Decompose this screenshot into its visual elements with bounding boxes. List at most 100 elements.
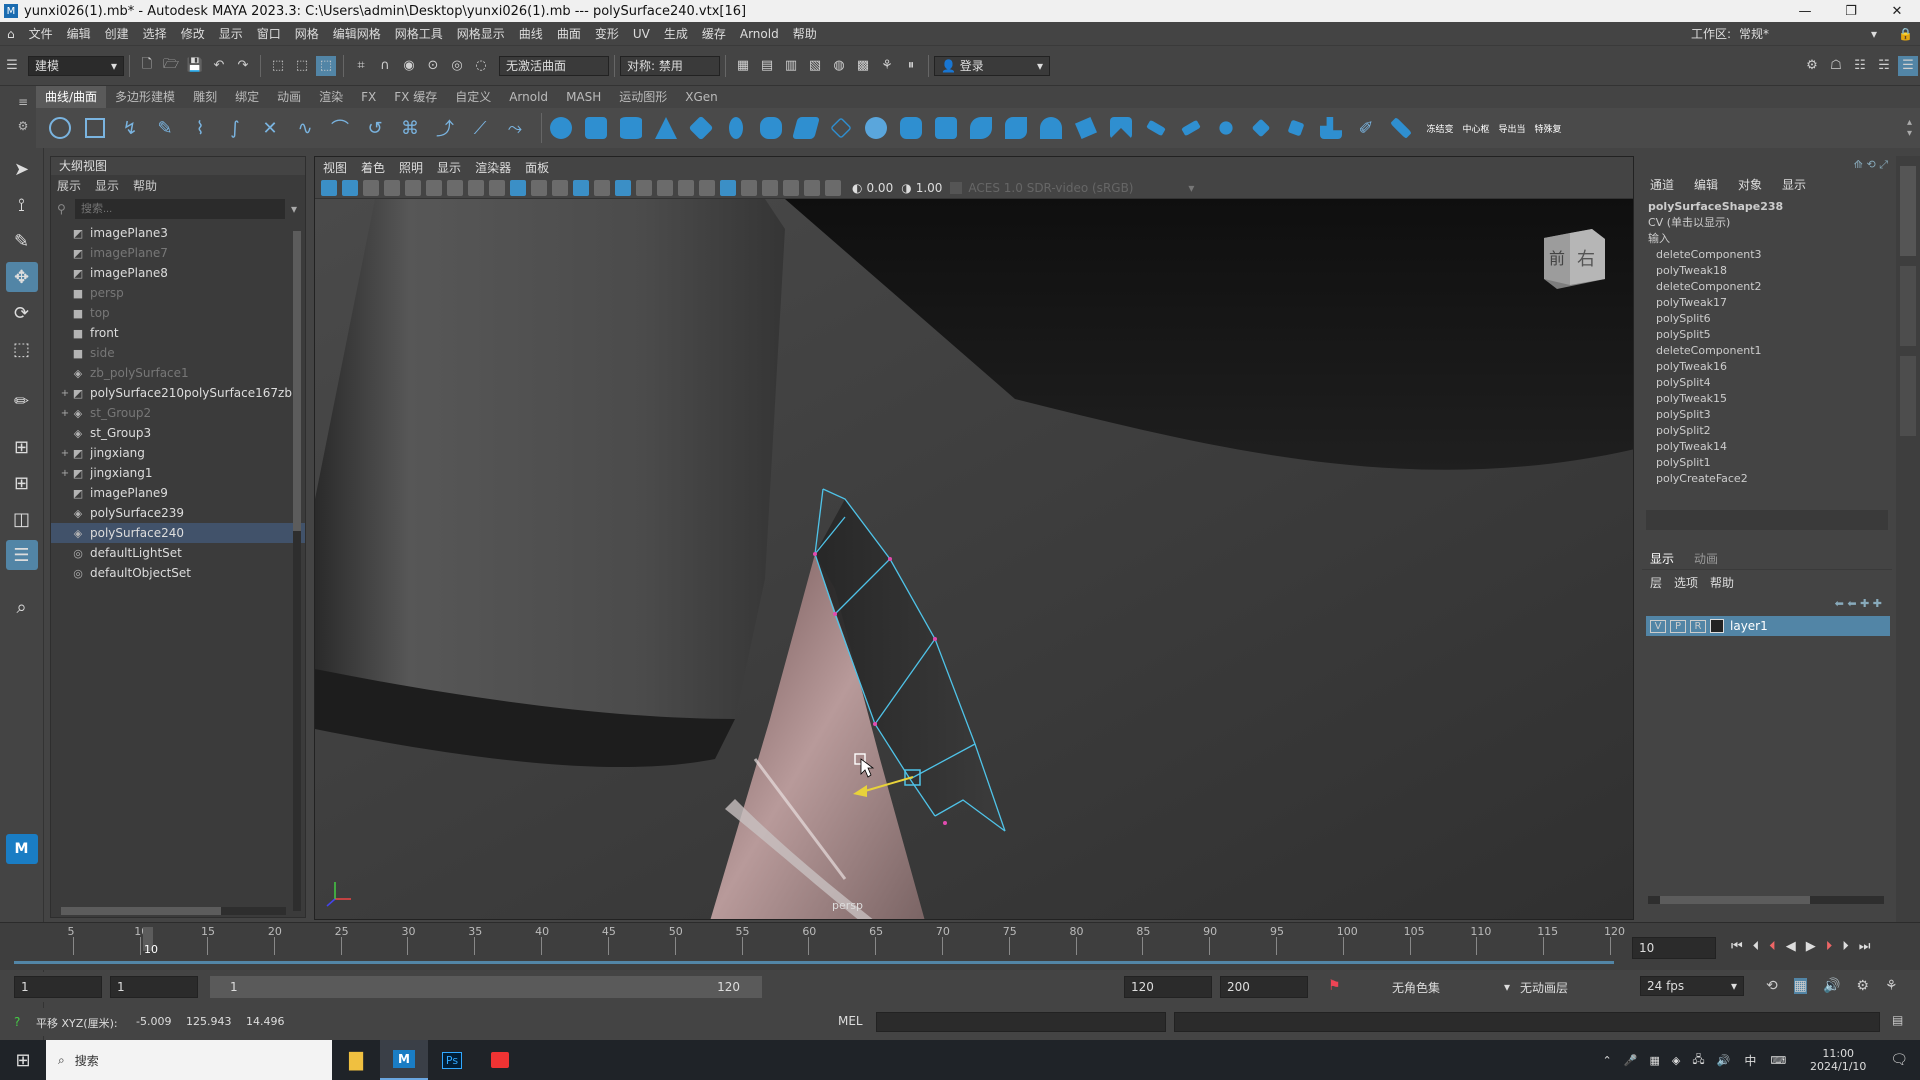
- arc-icon[interactable]: ✕: [256, 112, 284, 144]
- ime-mode-icon[interactable]: ⌨: [1770, 1054, 1786, 1067]
- cv-curve-icon[interactable]: ↯: [116, 112, 144, 144]
- sculpt-surface-icon[interactable]: ✐: [1352, 112, 1380, 144]
- outliner-item[interactable]: ■ persp: [51, 283, 305, 303]
- textured-icon[interactable]: [615, 179, 631, 196]
- fps-dropdown[interactable]: 24 fps ▾: [1640, 976, 1744, 996]
- open-scene-icon[interactable]: 🗁: [161, 56, 181, 76]
- layer-menu-options[interactable]: 选项: [1674, 574, 1698, 591]
- menu-cache[interactable]: 缓存: [695, 22, 733, 46]
- curve-attach-icon[interactable]: ∿: [291, 112, 319, 144]
- cb-menu-channels[interactable]: 通道: [1650, 176, 1674, 193]
- xray-icon[interactable]: [510, 179, 526, 196]
- outliner-item[interactable]: + ◈ st_Group2: [51, 403, 305, 423]
- four-view-icon[interactable]: ⊞: [6, 468, 38, 498]
- command-input[interactable]: [876, 1012, 1166, 1032]
- menu-file[interactable]: 文件: [22, 22, 60, 46]
- field-chart-icon[interactable]: [489, 179, 505, 196]
- motion-blur-icon[interactable]: [699, 179, 715, 196]
- outliner-item[interactable]: ◩ imagePlane9: [51, 483, 305, 503]
- outliner-item[interactable]: + ◩ jingxiang: [51, 443, 305, 463]
- layer-menu-help[interactable]: 帮助: [1710, 574, 1734, 591]
- freeze-transform-button[interactable]: 冻结变: [1422, 122, 1458, 135]
- anim-layer-dropdown[interactable]: 无动画层: [1520, 976, 1630, 998]
- outliner-scrollbar[interactable]: [293, 231, 301, 911]
- script-editor-icon[interactable]: ▤: [1892, 1013, 1903, 1027]
- new-layer-icon[interactable]: ✚: [1860, 597, 1869, 610]
- smooth-shade-icon[interactable]: [573, 179, 589, 196]
- cache-playback-icon[interactable]: ▦: [1793, 978, 1807, 994]
- grid-toggle-icon[interactable]: [405, 179, 421, 196]
- maya-taskbar-icon[interactable]: M: [380, 1040, 428, 1080]
- curve-extend-icon[interactable]: ⟋: [466, 112, 494, 144]
- range-bar[interactable]: 1 120: [210, 976, 762, 998]
- windows-start-icon[interactable]: ⊞: [0, 1050, 46, 1071]
- menu-display[interactable]: 显示: [212, 22, 250, 46]
- outliner-item[interactable]: ◈ polySurface240: [51, 523, 305, 543]
- file-explorer-icon[interactable]: ▇: [332, 1050, 380, 1071]
- shelf-tab-sculpt[interactable]: 雕刻: [184, 86, 226, 108]
- ime-indicator[interactable]: 中: [1744, 1052, 1756, 1069]
- xray-joints-icon[interactable]: [741, 179, 757, 196]
- menu-windows[interactable]: 窗口: [250, 22, 288, 46]
- side-tab-attribute-editor[interactable]: [1900, 266, 1916, 346]
- project-curve-icon[interactable]: [1072, 112, 1100, 144]
- pencil-curve-icon[interactable]: ∫: [221, 112, 249, 144]
- paint-select-icon[interactable]: ✎: [6, 226, 38, 256]
- search-icon[interactable]: ⌕: [6, 592, 38, 622]
- vp-menu-view[interactable]: 视图: [323, 159, 347, 176]
- play-back-icon[interactable]: ◀: [1786, 939, 1796, 954]
- shelf-tab-curves[interactable]: 曲线/曲面: [36, 86, 107, 108]
- bezier-curve-icon[interactable]: ⌇: [186, 112, 214, 144]
- snap-curve-icon[interactable]: ∩: [375, 56, 395, 76]
- menu-arnold[interactable]: Arnold: [733, 22, 786, 46]
- cb-menu-object[interactable]: 对象: [1738, 176, 1762, 193]
- resolution-gate-icon[interactable]: [447, 179, 463, 196]
- redo-icon[interactable]: ↷: [233, 56, 253, 76]
- single-view-icon[interactable]: ⊞: [6, 432, 38, 462]
- nurbs-torus-icon[interactable]: [722, 112, 750, 144]
- layer-color-swatch[interactable]: [1710, 619, 1724, 633]
- chevron-down-icon[interactable]: ▾: [291, 202, 297, 216]
- channel-box-icon[interactable]: ☰: [1898, 55, 1918, 76]
- move-tool-icon[interactable]: ✥: [5, 262, 38, 292]
- attribute-editor-icon[interactable]: ☷: [1850, 56, 1870, 76]
- shelf-scroll-icon[interactable]: ▴ ▾: [1907, 117, 1912, 139]
- open-close-icon[interactable]: [1282, 112, 1310, 144]
- safe-action-icon[interactable]: [531, 179, 547, 196]
- cv-line[interactable]: CV (单击以显示): [1642, 215, 1892, 231]
- nurbs-cone-icon[interactable]: [652, 112, 680, 144]
- menu-mesh[interactable]: 网格: [288, 22, 326, 46]
- menu-generate[interactable]: 生成: [657, 22, 695, 46]
- film-gate-icon[interactable]: [426, 179, 442, 196]
- nurbs-plane-icon[interactable]: [687, 112, 715, 144]
- vp-menu-show[interactable]: 显示: [437, 159, 461, 176]
- select-component-icon[interactable]: ⬚: [316, 55, 336, 76]
- script-lang-label[interactable]: MEL: [838, 1014, 863, 1028]
- input-node[interactable]: deleteComponent2: [1642, 279, 1892, 295]
- input-node[interactable]: polySplit1: [1642, 455, 1892, 471]
- backface-icon[interactable]: [783, 179, 799, 196]
- side-tab-channel-box[interactable]: [1900, 166, 1916, 256]
- expand-toggle-icon[interactable]: +: [59, 408, 71, 419]
- menu-curves[interactable]: 曲线: [512, 22, 550, 46]
- expand-toggle-icon[interactable]: +: [59, 388, 71, 399]
- extrude-icon[interactable]: [862, 112, 890, 144]
- workspace-dropdown[interactable]: 常规* ▾: [1733, 23, 1884, 44]
- layer-tab-display[interactable]: 显示: [1650, 550, 1674, 567]
- shelf-tab-animation[interactable]: 动画: [268, 86, 310, 108]
- outliner-menu-display[interactable]: 显示: [95, 177, 119, 194]
- outliner-menu-help[interactable]: 帮助: [133, 177, 157, 194]
- restore-button[interactable]: ❐: [1828, 0, 1874, 22]
- shadows-icon[interactable]: [657, 179, 673, 196]
- time-slider[interactable]: 5 10 15 20 25 30 35 40 45 50 55 60 65 70 75 80 85 90 95 100…: [0, 922, 1920, 970]
- input-node[interactable]: polySplit2: [1642, 423, 1892, 439]
- mic-icon[interactable]: 🎤: [1624, 1054, 1638, 1067]
- step-forward-frame-icon[interactable]: ⏵: [1826, 939, 1833, 954]
- menu-set-dropdown[interactable]: 建模 ▾: [28, 55, 124, 76]
- attach-surface-icon[interactable]: [1177, 112, 1205, 144]
- select-camera-icon[interactable]: [321, 179, 337, 196]
- wireframe-icon[interactable]: [552, 179, 568, 196]
- hypershade-icon[interactable]: ◍: [829, 56, 849, 76]
- center-pivot-button[interactable]: 中心枢: [1458, 122, 1494, 135]
- outliner-search-input[interactable]: [75, 199, 285, 219]
